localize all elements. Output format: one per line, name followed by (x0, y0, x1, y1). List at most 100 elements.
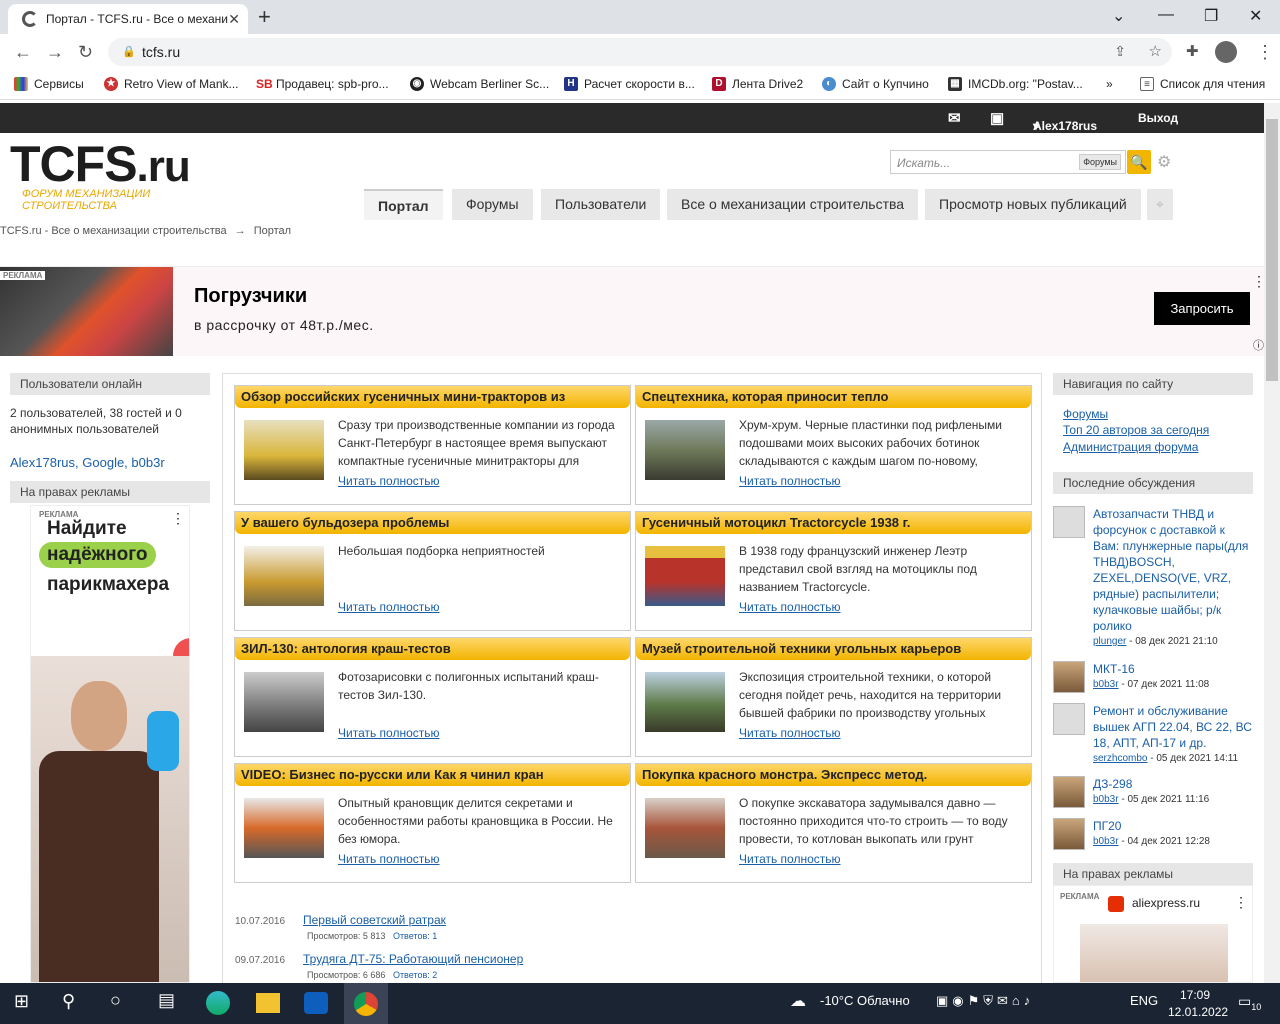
read-more-link[interactable]: Читать полностью (338, 726, 440, 740)
tab-users[interactable]: Пользователи (541, 189, 661, 220)
discussion-author-link[interactable]: b0b3r (1093, 794, 1119, 805)
article-title[interactable]: Покупка красного монстра. Экспресс метод… (636, 764, 1031, 786)
read-more-link[interactable]: Читать полностью (739, 726, 841, 740)
close-tab-icon[interactable]: ✕ (228, 11, 240, 28)
tab-forums[interactable]: Форумы (452, 189, 533, 220)
news-replies-link[interactable]: Ответов: 2 (393, 970, 437, 980)
article-thumbnail[interactable] (645, 420, 725, 480)
new-tab-icon[interactable]: + (258, 4, 271, 30)
windows-start-icon[interactable]: ⊞ (14, 991, 29, 1012)
input-language[interactable]: ENG (1130, 993, 1158, 1008)
discussion-author-link[interactable]: serzhcombo (1093, 753, 1147, 764)
weather-text[interactable]: -10°C Облачно (820, 993, 910, 1008)
news-title-link[interactable]: Первый советский ратрак (303, 913, 446, 927)
profile-avatar[interactable] (1215, 41, 1237, 63)
more-bookmarks-button[interactable]: » (1106, 77, 1113, 91)
clock-time[interactable]: 17:09 (1180, 988, 1210, 1002)
avatar[interactable] (1053, 703, 1085, 735)
discussion-title-link[interactable]: МКТ-16 (1093, 661, 1253, 677)
ad-request-button[interactable]: Запросить (1154, 292, 1250, 325)
article-thumbnail[interactable] (244, 672, 324, 732)
bookmark-item[interactable]: D Лента Drive2 (712, 77, 803, 91)
extensions-icon[interactable]: ✚ (1186, 42, 1199, 60)
read-more-link[interactable]: Читать полностью (739, 474, 841, 488)
avatar[interactable] (1053, 818, 1085, 850)
bookmark-item[interactable]: H Расчет скорости в... (564, 77, 695, 91)
map-pin-icon[interactable]: ⌖ (1147, 189, 1173, 220)
read-more-link[interactable]: Читать полностью (739, 600, 841, 614)
file-explorer-icon[interactable] (256, 993, 280, 1013)
bookmark-item[interactable]: Сервисы (14, 77, 84, 91)
browser-tab[interactable]: Портал - TCFS.ru - Все о механи ✕ (8, 4, 248, 34)
right-ad-menu-icon[interactable]: ⋮ (1234, 894, 1248, 911)
bookmark-star-icon[interactable]: ☆ (1149, 42, 1162, 60)
left-ad-menu-icon[interactable]: ⋮ (171, 510, 185, 527)
news-title-link[interactable]: Трудяга ДТ-75: Работающий пенсионер (303, 952, 523, 966)
widgets-icon[interactable]: ▤ (158, 990, 175, 1011)
article-title[interactable]: ЗИЛ-130: антология краш-тестов (235, 638, 630, 660)
discussion-author-link[interactable]: b0b3r (1093, 679, 1119, 690)
article-title[interactable]: Спецтехника, которая приносит тепло (636, 386, 1031, 408)
task-view-icon[interactable]: ○ (110, 990, 121, 1011)
article-thumbnail[interactable] (244, 798, 324, 858)
left-ad[interactable]: РЕКЛАМА ⋮ Найдите надёжного парикмахера (30, 505, 190, 983)
breadcrumb-root[interactable]: TCFS.ru - Все о механизации строительств… (0, 225, 227, 237)
menu-icon[interactable]: ⋮ (1256, 42, 1274, 63)
read-more-link[interactable]: Читать полностью (338, 852, 440, 866)
tab-portal[interactable]: Портал (364, 189, 443, 220)
page-scrollbar[interactable] (1264, 103, 1280, 983)
article-thumbnail[interactable] (244, 546, 324, 606)
read-more-link[interactable]: Читать полностью (338, 474, 440, 488)
article-title[interactable]: Музей строительной техники угольных карь… (636, 638, 1031, 660)
clock-date[interactable]: 12.01.2022 (1168, 1005, 1228, 1019)
close-window-icon[interactable]: ✕ (1249, 6, 1262, 26)
article-thumbnail[interactable] (244, 420, 324, 480)
article-title[interactable]: У вашего бульдозера проблемы (235, 512, 630, 534)
mail-icon[interactable] (304, 992, 328, 1014)
online-users-list[interactable]: Alex178rus, Google, b0b3r (10, 455, 165, 471)
edge-icon[interactable] (206, 991, 230, 1015)
tray-icons[interactable]: ▣◉⚑⛨✉⌂♪ (936, 993, 1136, 1009)
article-thumbnail[interactable] (645, 798, 725, 858)
article-thumbnail[interactable] (645, 546, 725, 606)
nav-link-top-authors[interactable]: Топ 20 авторов за сегодня (1063, 422, 1209, 438)
maximize-icon[interactable]: ❐ (1204, 6, 1218, 26)
article-thumbnail[interactable] (645, 672, 725, 732)
avatar[interactable] (1053, 506, 1085, 538)
minimize-icon[interactable]: — (1158, 6, 1174, 24)
avatar[interactable] (1053, 776, 1085, 808)
tab-new-posts[interactable]: Просмотр новых публикаций (925, 189, 1141, 220)
article-title[interactable]: Гусеничный мотоцикл Tractorcycle 1938 г. (636, 512, 1031, 534)
discussion-author-link[interactable]: b0b3r (1093, 836, 1119, 847)
scrollbar-thumb[interactable] (1266, 119, 1278, 381)
share-icon[interactable]: ⇪ (1114, 43, 1126, 60)
chrome-taskbar-button[interactable] (344, 983, 388, 1024)
gear-icon[interactable]: ⚙ (1157, 152, 1171, 172)
ad-info-icon[interactable]: ⓘ (1253, 337, 1264, 353)
discussion-title-link[interactable]: ПГ20 (1093, 818, 1253, 834)
url-field[interactable]: 🔒 tcfs.ru ⇪ ☆ (108, 38, 1172, 66)
notification-center-icon[interactable]: ▭10 (1238, 993, 1261, 1012)
bookmark-item[interactable]: SB Продавец: spb-pro... (256, 77, 389, 91)
messages-icon[interactable]: ✉ (948, 109, 961, 127)
notifications-icon[interactable]: ▣ (990, 109, 1004, 127)
discussion-title-link[interactable]: ДЗ-298 (1093, 776, 1253, 792)
reload-icon[interactable]: ↻ (78, 42, 93, 63)
search-input[interactable]: Искать... Форумы (890, 150, 1126, 174)
nav-link-admins[interactable]: Администрация форума (1063, 439, 1198, 455)
tab-about[interactable]: Все о механизации строительства (667, 189, 919, 220)
search-scope-selector[interactable]: Форумы (1079, 154, 1121, 170)
search-button[interactable]: 🔍 (1127, 150, 1151, 174)
reading-list-button[interactable]: ≡ Список для чтения (1140, 77, 1265, 91)
news-replies-link[interactable]: Ответов: 1 (393, 931, 437, 941)
read-more-link[interactable]: Читать полностью (338, 600, 440, 614)
bookmark-item[interactable]: ◉ Webcam Berliner Sc... (410, 77, 549, 91)
article-title[interactable]: Обзор российских гусеничных мини-трактор… (235, 386, 630, 408)
bookmark-item[interactable]: ◐ Сайт о Купчино (822, 77, 929, 91)
back-icon[interactable]: ← (14, 42, 32, 63)
tab-search-icon[interactable]: ⌄ (1112, 6, 1125, 26)
bookmark-item[interactable]: ▦ IMCDb.org: "Postav... (948, 77, 1083, 91)
discussion-title-link[interactable]: Автозапчасти ТНВД и форсунок с доставкой… (1093, 506, 1253, 634)
discussion-title-link[interactable]: Ремонт и обслуживание вышек АГП 22.04, В… (1093, 703, 1253, 751)
logout-link[interactable]: Выход (1138, 111, 1178, 125)
